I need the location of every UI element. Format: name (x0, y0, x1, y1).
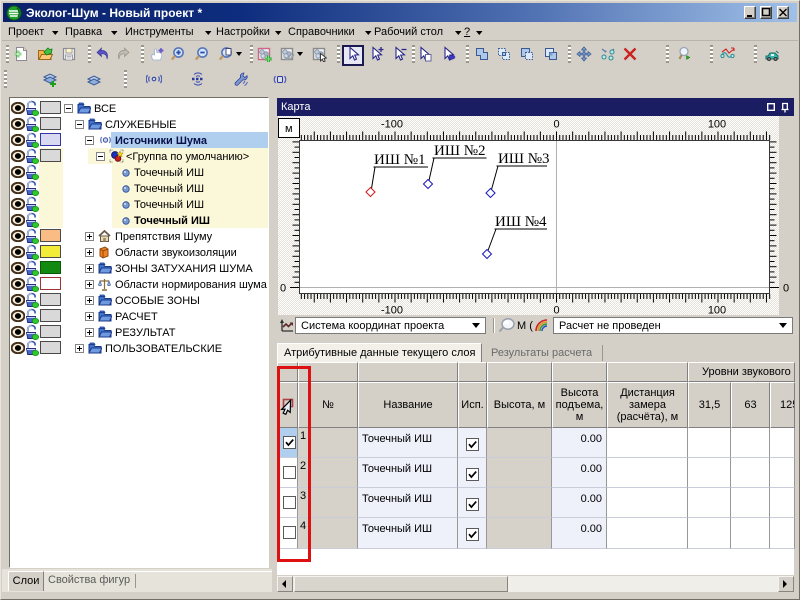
svg-text:-100: -100 (381, 119, 403, 131)
svg-text:0: 0 (280, 283, 286, 295)
svg-text:-100: -100 (381, 305, 403, 316)
svg-text:0: 0 (783, 283, 789, 295)
svg-text:ИШ №1: ИШ №1 (374, 152, 426, 168)
svg-text:0: 0 (553, 119, 559, 131)
svg-text:ИШ №4: ИШ №4 (495, 214, 547, 230)
svg-text:100: 100 (708, 305, 726, 316)
svg-text:м: м (285, 123, 293, 135)
svg-text:ИШ №2: ИШ №2 (434, 143, 486, 159)
svg-text:0: 0 (553, 305, 559, 316)
svg-text:ИШ №3: ИШ №3 (498, 151, 550, 167)
svg-text:100: 100 (708, 119, 726, 131)
